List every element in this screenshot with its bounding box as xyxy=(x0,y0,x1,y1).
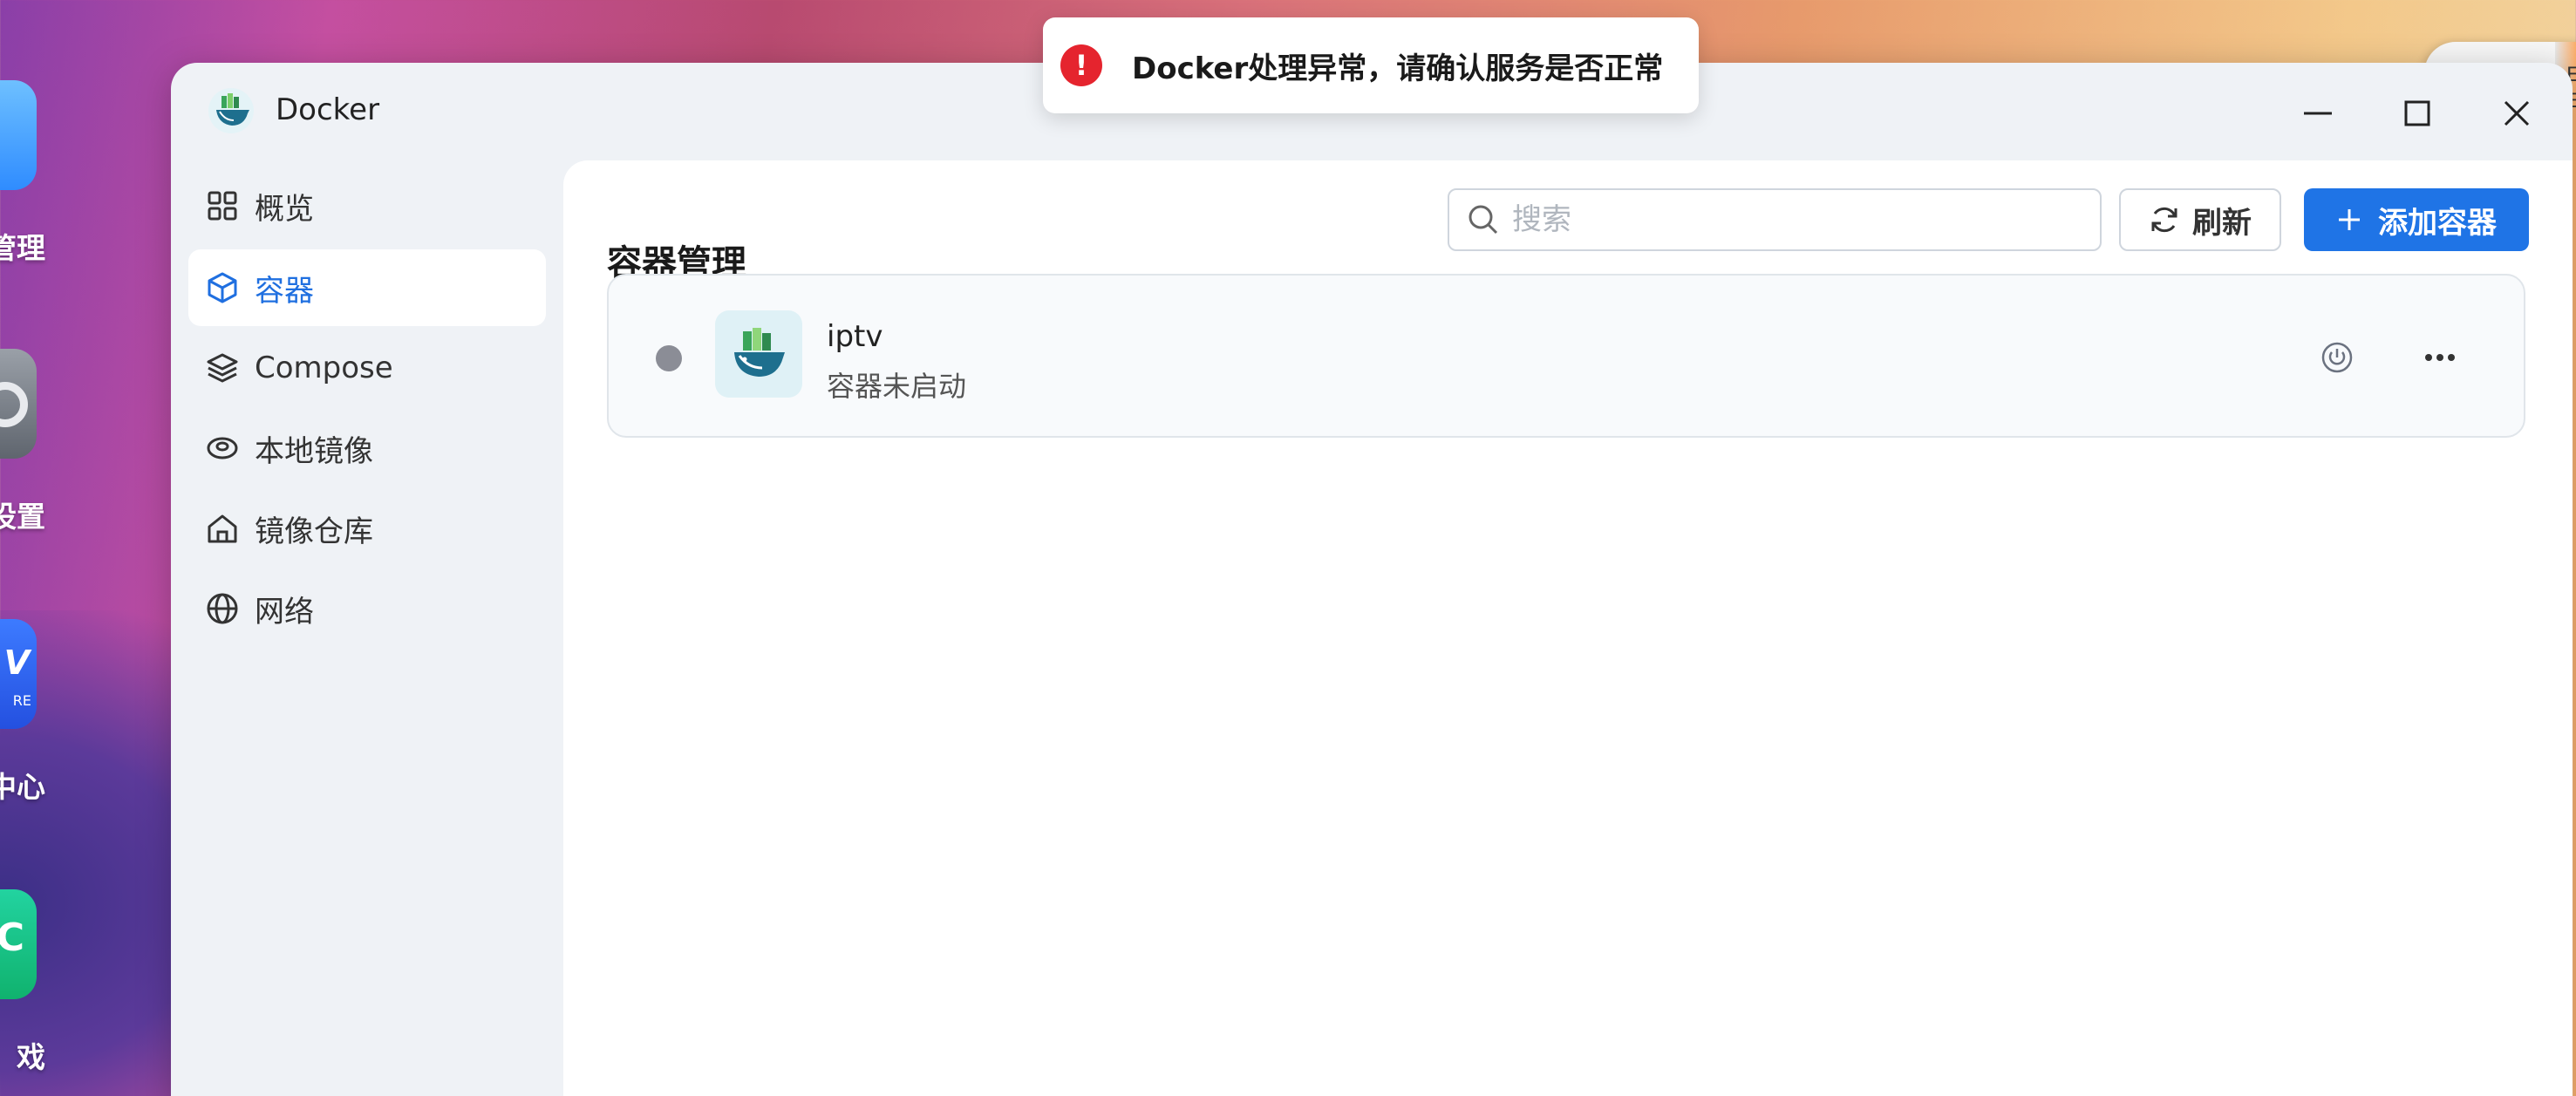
sidebar-item-label: 镜像仓库 xyxy=(255,514,373,549)
plus-icon xyxy=(2339,209,2360,230)
desktop-label-manage[interactable]: 管理 xyxy=(0,225,45,267)
grid-icon xyxy=(204,187,241,224)
close-icon xyxy=(2504,100,2530,126)
app-center-icon-subtext: RE xyxy=(12,692,31,709)
settings-app-icon[interactable] xyxy=(0,349,37,459)
search-icon xyxy=(1469,205,1498,235)
minimize-button[interactable] xyxy=(2292,87,2344,140)
sidebar-item-containers[interactable]: 容器 xyxy=(188,249,546,326)
minimize-icon xyxy=(2304,112,2332,115)
sidebar-item-label: Compose xyxy=(255,351,393,385)
container-management-panel: 容器管理 刷新 添加容器 xyxy=(563,160,2573,1096)
app-center-icon[interactable]: V RE xyxy=(0,619,37,729)
sidebar-item-local-images[interactable]: 本地镜像 xyxy=(188,410,546,487)
desktop-label-game[interactable]: 戏 xyxy=(0,1034,45,1076)
container-card[interactable]: iptv 容器未启动 xyxy=(607,274,2525,438)
sidebar-item-network[interactable]: 网络 xyxy=(188,570,546,647)
game-app-icon[interactable]: C xyxy=(0,889,37,999)
sidebar-item-registry[interactable]: 镜像仓库 xyxy=(188,490,546,567)
window-title: Docker xyxy=(276,92,380,127)
search-input[interactable] xyxy=(1512,202,2053,237)
more-icon xyxy=(2425,354,2455,361)
container-name: iptv xyxy=(827,319,883,354)
maximize-icon xyxy=(2404,100,2430,126)
app-center-icon-glyph: V xyxy=(3,643,30,682)
power-icon[interactable] xyxy=(2320,340,2355,375)
sidebar-item-label: 容器 xyxy=(255,273,314,309)
layers-icon xyxy=(204,350,241,386)
container-status-text: 容器未启动 xyxy=(827,370,967,403)
close-button[interactable] xyxy=(2491,87,2543,140)
sidebar-item-overview[interactable]: 概览 xyxy=(188,167,546,244)
game-app-icon-glyph: C xyxy=(0,916,24,960)
sidebar-item-compose[interactable]: Compose xyxy=(188,330,546,406)
file-manager-app-icon[interactable] xyxy=(0,80,37,190)
globe-icon xyxy=(204,590,241,627)
refresh-button[interactable]: 刷新 xyxy=(2119,188,2281,251)
sidebar: 概览 容器 Compose 本地镜像 镜像仓库 网络 xyxy=(171,160,560,1096)
docker-app-logo-icon xyxy=(208,88,254,133)
container-status-dot xyxy=(656,345,682,371)
cube-icon xyxy=(204,269,241,306)
container-app-icon xyxy=(715,310,802,398)
add-container-label: 添加容器 xyxy=(2378,205,2497,241)
sidebar-item-label: 概览 xyxy=(255,191,314,227)
maximize-button[interactable] xyxy=(2391,87,2443,140)
error-toast: ! Docker处理异常，请确认服务是否正常 xyxy=(1043,17,1699,113)
disk-icon xyxy=(204,430,241,466)
sidebar-item-label: 网络 xyxy=(255,594,314,630)
toast-message: Docker处理异常，请确认服务是否正常 xyxy=(1132,51,1664,86)
docker-whale-icon xyxy=(734,328,785,377)
desktop-label-center[interactable]: 中心 xyxy=(0,764,45,806)
home-icon xyxy=(204,510,241,547)
docker-window: Docker 概览 容器 Compose 本地镜像 镜像仓库 网络 容器管理 搜… xyxy=(171,63,2573,1096)
desktop-label-settings[interactable]: 设置 xyxy=(0,494,45,535)
sidebar-item-label: 本地镜像 xyxy=(255,433,373,469)
search-field[interactable] xyxy=(1448,188,2102,251)
refresh-label: 刷新 xyxy=(2192,205,2252,241)
refresh-icon xyxy=(2151,207,2177,233)
more-options-button[interactable] xyxy=(2423,340,2457,375)
error-icon: ! xyxy=(1060,44,1102,86)
add-container-button[interactable]: 添加容器 xyxy=(2304,188,2529,251)
